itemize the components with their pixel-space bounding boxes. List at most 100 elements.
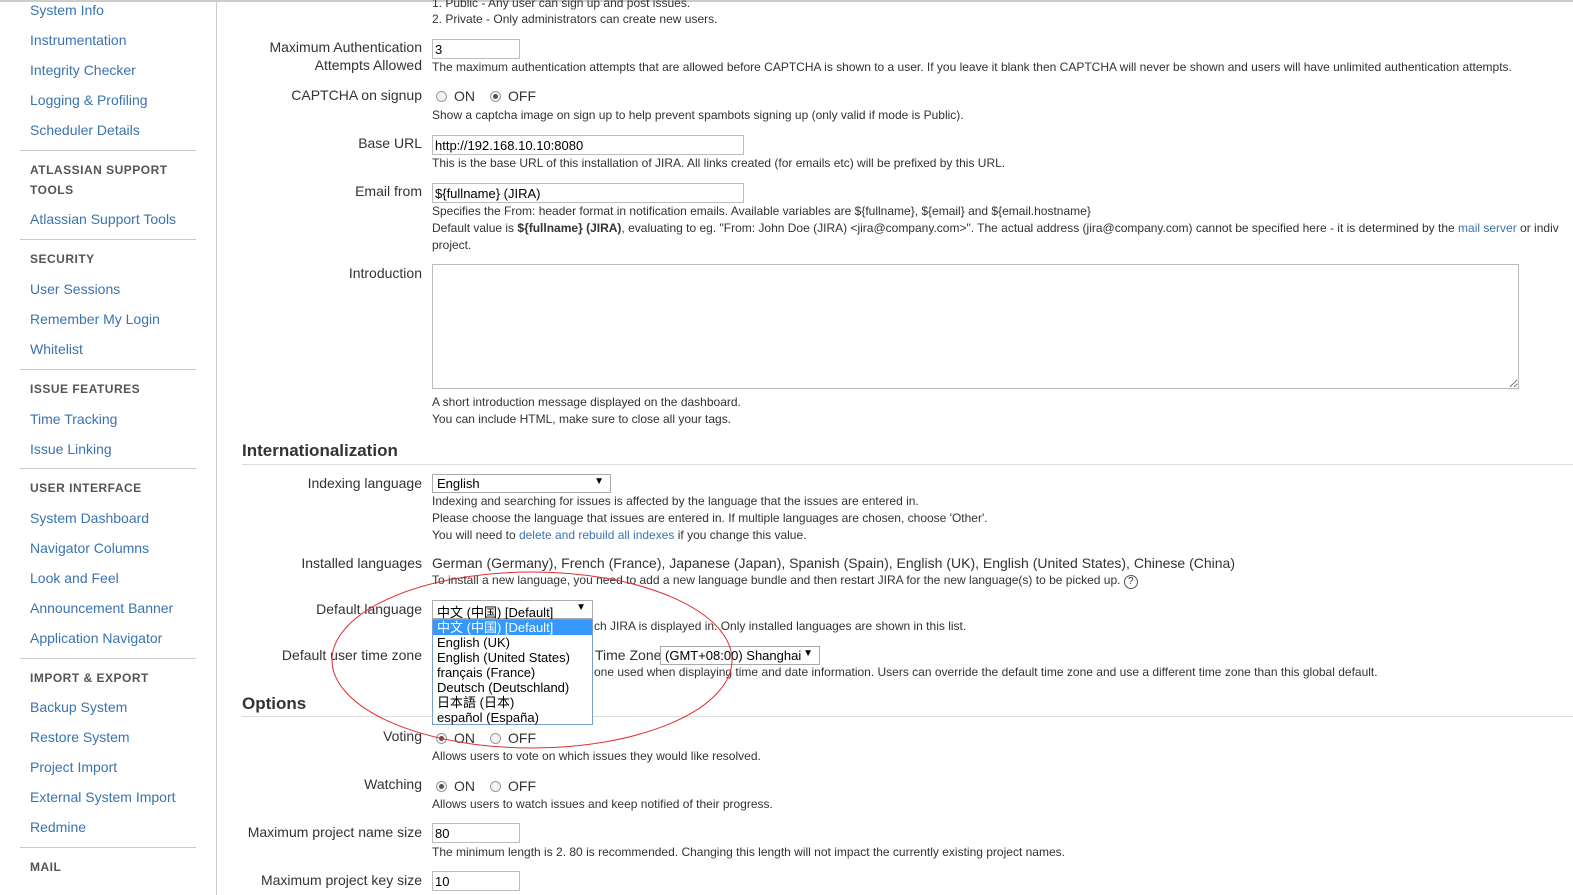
email-from-input[interactable] <box>432 183 744 203</box>
captcha-desc: Show a captcha image on sign up to help … <box>432 108 964 122</box>
installed-languages-desc: To install a new language, you need to a… <box>432 572 1138 589</box>
selected-value: English <box>437 476 480 491</box>
default-language-select[interactable]: 中文 (中国) [Default] ▼ <box>432 600 593 620</box>
email-from-desc: Specifies the From: header format in not… <box>432 204 1091 218</box>
language-option[interactable]: 中文 (中国) [Default] <box>433 620 592 635</box>
voting-on-radio[interactable]: ON <box>436 730 475 746</box>
sidebar-item-navigator-columns[interactable]: Navigator Columns <box>30 540 149 556</box>
radio-label: OFF <box>508 730 536 746</box>
time-zone-prefix: Time Zone <box>595 647 662 663</box>
sidebar-item-logging-profiling[interactable]: Logging & Profiling <box>30 92 148 108</box>
sidebar-item-issue-linking[interactable]: Issue Linking <box>30 441 112 457</box>
radio-icon <box>436 91 447 102</box>
section-heading-mail: MAIL <box>30 860 62 874</box>
radio-label: OFF <box>508 778 536 794</box>
max-auth-label-2: Attempts Allowed <box>314 57 422 73</box>
divider <box>242 464 1573 465</box>
annotation-overlay <box>331 571 733 749</box>
mail-server-link[interactable]: mail server <box>1458 221 1517 235</box>
sidebar-item-support-tools[interactable]: Atlassian Support Tools <box>30 211 176 227</box>
installed-languages-label: Installed languages <box>301 555 422 571</box>
section-heading-support-2: TOOLS <box>30 183 74 197</box>
voting-off-radio[interactable]: OFF <box>490 730 536 746</box>
radio-checked-icon <box>490 91 501 102</box>
indexing-desc-3: You will need to delete and rebuild all … <box>432 527 807 544</box>
section-heading-security: SECURITY <box>30 252 95 266</box>
language-option[interactable]: Deutsch (Deutschland) <box>433 680 592 695</box>
text: or indiv <box>1516 221 1559 235</box>
watching-off-radio[interactable]: OFF <box>490 778 536 794</box>
indexing-language-label: Indexing language <box>307 475 422 491</box>
section-heading-options: Options <box>242 694 307 713</box>
sidebar-item-user-sessions[interactable]: User Sessions <box>30 281 120 297</box>
dropdown-arrow-icon: ▼ <box>576 602 586 613</box>
time-zone-label: Default user time zone <box>281 647 422 663</box>
radio-label: ON <box>454 778 475 794</box>
introduction-textarea[interactable] <box>432 264 1519 389</box>
voting-desc: Allows users to vote on which issues the… <box>432 749 761 763</box>
indexing-language-select[interactable]: English ▼ <box>432 474 611 493</box>
project-key-size-label: Maximum project key size <box>260 872 422 888</box>
email-from-label: Email from <box>355 183 422 199</box>
base-url-input[interactable] <box>432 135 744 155</box>
sidebar-item-time-tracking[interactable]: Time Tracking <box>30 411 117 427</box>
text: You will need to <box>432 528 519 542</box>
section-heading-support: ATLASSIAN SUPPORT <box>30 163 168 177</box>
radio-label: ON <box>454 88 475 104</box>
max-auth-label: Maximum Authentication <box>269 39 422 55</box>
project-name-size-input[interactable] <box>432 823 520 843</box>
mode-desc-private: 2. Private - Only administrators can cre… <box>432 12 718 26</box>
section-heading-issue-features: ISSUE FEATURES <box>30 382 141 396</box>
captcha-off-radio[interactable]: OFF <box>490 88 536 104</box>
sidebar-item-remember-my-login[interactable]: Remember My Login <box>30 311 160 327</box>
selected-value: (GMT+08:00) Shanghai <box>665 648 802 663</box>
text: if you change this value. <box>674 528 807 542</box>
language-option[interactable]: English (United States) <box>433 650 592 665</box>
section-heading-user-interface: USER INTERFACE <box>30 481 142 495</box>
captcha-label: CAPTCHA on signup <box>291 87 422 103</box>
project-key-size-input[interactable] <box>432 871 520 891</box>
sidebar-item-integrity-checker[interactable]: Integrity Checker <box>30 62 136 78</box>
rebuild-indexes-link[interactable]: delete and rebuild all indexes <box>519 528 674 542</box>
dropdown-arrow-icon: ▼ <box>594 476 604 487</box>
radio-label: OFF <box>508 88 536 104</box>
sidebar-item-application-navigator[interactable]: Application Navigator <box>30 630 162 646</box>
default-language-label: Default language <box>316 601 422 617</box>
divider <box>20 847 196 848</box>
sidebar-item-announcement-banner[interactable]: Announcement Banner <box>30 600 173 616</box>
time-zone-select[interactable]: (GMT+08:00) Shanghai ▼ <box>660 646 820 665</box>
watching-on-radio[interactable]: ON <box>436 778 475 794</box>
max-auth-input[interactable] <box>432 39 520 59</box>
language-option[interactable]: français (France) <box>433 665 592 680</box>
sidebar-item-scheduler-details[interactable]: Scheduler Details <box>30 122 140 138</box>
email-from-default-desc: Default value is ${fullname} (JIRA), eva… <box>432 220 1559 237</box>
indexing-desc-2: Please choose the language that issues a… <box>432 511 988 525</box>
language-option[interactable]: español (España) <box>433 710 592 725</box>
sidebar-item-look-and-feel[interactable]: Look and Feel <box>30 570 119 586</box>
sidebar-item-backup-system[interactable]: Backup System <box>30 699 127 715</box>
voting-label: Voting <box>383 728 422 744</box>
text: , evaluating to eg. "From: John Doe (JIR… <box>621 221 1459 235</box>
section-heading-internationalization: Internationalization <box>242 441 398 460</box>
watching-desc: Allows users to watch issues and keep no… <box>432 797 773 811</box>
radio-label: ON <box>454 730 475 746</box>
intro-desc-2: You can include HTML, make sure to close… <box>432 412 732 426</box>
captcha-on-radio[interactable]: ON <box>436 88 475 104</box>
project-name-size-desc: The minimum length is 2. 80 is recommend… <box>432 845 1065 859</box>
divider <box>20 658 196 659</box>
sidebar-item-system-dashboard[interactable]: System Dashboard <box>30 510 149 526</box>
divider <box>20 369 196 370</box>
selected-value: 中文 (中国) [Default] <box>437 605 554 620</box>
language-option[interactable]: English (UK) <box>433 635 592 650</box>
help-icon[interactable]: ? <box>1123 575 1138 589</box>
top-border <box>0 0 1573 2</box>
sidebar-item-restore-system[interactable]: Restore System <box>30 729 130 745</box>
sidebar-item-whitelist[interactable]: Whitelist <box>30 341 83 357</box>
language-option[interactable]: 日本語 (日本) <box>433 695 592 710</box>
sidebar-item-external-system-import[interactable]: External System Import <box>30 789 176 805</box>
divider <box>20 150 196 151</box>
sidebar-item-instrumentation[interactable]: Instrumentation <box>30 32 127 48</box>
sidebar-item-system-info[interactable]: System Info <box>30 2 104 18</box>
sidebar-item-redmine[interactable]: Redmine <box>30 819 86 835</box>
sidebar-item-project-import[interactable]: Project Import <box>30 759 117 775</box>
